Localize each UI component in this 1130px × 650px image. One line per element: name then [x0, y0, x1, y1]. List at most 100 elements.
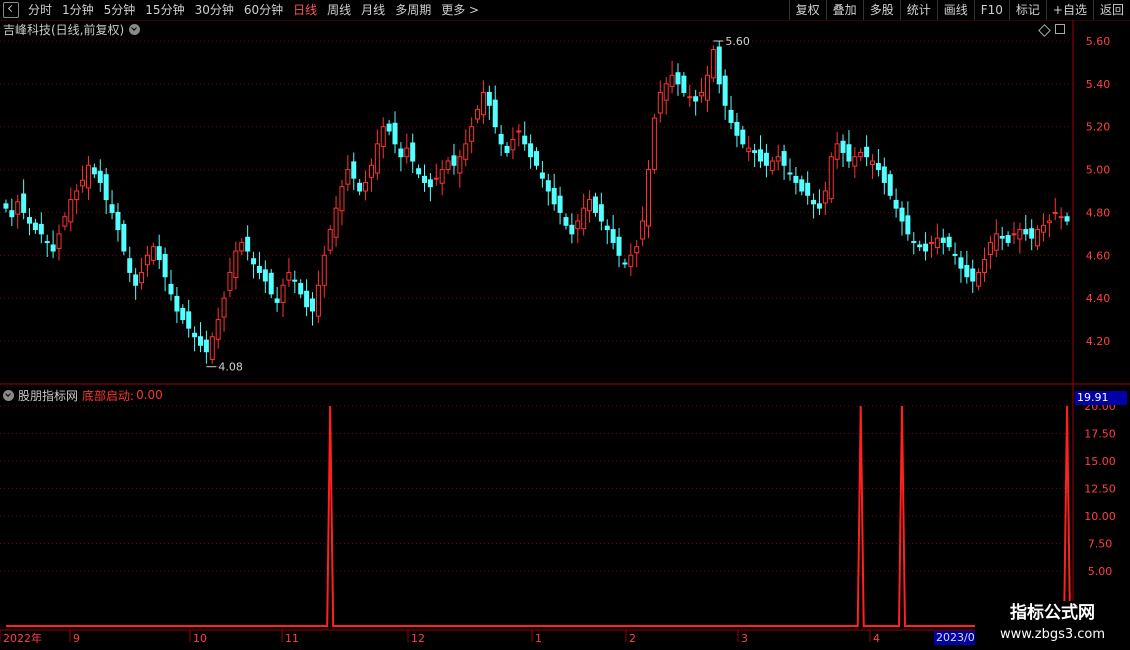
indicator-tick-label: 12.50 [1084, 483, 1116, 496]
candle-body [681, 75, 687, 93]
candle-body [728, 109, 734, 123]
candle-body [298, 283, 304, 295]
candle-body [91, 167, 97, 175]
candle-body [769, 160, 775, 171]
window-icon[interactable] [1055, 24, 1065, 34]
candle-body [610, 229, 616, 243]
candle-body [457, 156, 463, 174]
candle-body [834, 143, 840, 160]
candle-body [127, 258, 133, 273]
time-axis-label: 12 [411, 632, 425, 645]
candle-body [97, 170, 103, 183]
candle-body [239, 241, 245, 252]
candle-body [221, 297, 227, 318]
candle-body [893, 199, 899, 209]
candle-body [758, 149, 764, 162]
candle-body [1011, 233, 1017, 236]
candle-body [934, 237, 940, 249]
price-tick-label: 5.40 [1086, 78, 1111, 91]
kline-chart[interactable]: 5.605.405.205.004.804.604.404.2020.0017.… [0, 0, 1130, 650]
candle-body [480, 91, 486, 116]
candle-body [498, 133, 504, 145]
candle-body [504, 145, 510, 153]
candle-body [1052, 211, 1058, 214]
indicator-value: 0.00 [136, 388, 163, 402]
candle-body [551, 187, 557, 205]
candle-body [15, 201, 21, 215]
candle-body [1035, 229, 1041, 247]
candle-body [1058, 216, 1064, 219]
candle-body [598, 204, 604, 222]
candle-body [687, 96, 693, 99]
candle-body [280, 284, 286, 303]
candle-body [1046, 220, 1052, 224]
candle-body [374, 143, 380, 174]
candle-body [634, 246, 640, 254]
candle-body [251, 258, 257, 265]
candle-body [811, 199, 817, 205]
candle-body [752, 150, 758, 153]
time-axis-label: 3 [741, 632, 748, 645]
candle-body [227, 271, 233, 291]
candle-body [50, 244, 56, 252]
candle-body [121, 223, 127, 252]
stock-title: 吉峰科技(日线,前复权) [3, 22, 125, 37]
candle-body [197, 336, 203, 346]
candle-body [1040, 224, 1046, 233]
price-tick-label: 4.80 [1086, 206, 1111, 219]
candle-body [74, 190, 80, 201]
candle-body [38, 223, 44, 235]
candle-body [486, 91, 492, 106]
candle-body [928, 241, 934, 244]
candle-body [905, 215, 911, 235]
price-tick-label: 4.20 [1086, 335, 1111, 348]
candle-body [722, 75, 728, 106]
candle-body [911, 241, 917, 244]
candle-body [9, 210, 15, 218]
candle-body [475, 109, 481, 120]
candle-body [85, 164, 91, 189]
candle-body [180, 307, 186, 321]
candle-body [858, 151, 864, 158]
candle-body [616, 236, 622, 256]
candle-body [917, 244, 923, 248]
candle-body [775, 156, 781, 162]
high-price-label: 5.60 [725, 35, 750, 48]
candle-body [292, 279, 298, 282]
candle-body [445, 160, 451, 171]
candle-body [62, 216, 68, 227]
candle-body [805, 182, 811, 196]
chevron-down-icon[interactable] [129, 23, 141, 35]
candle-body [1029, 228, 1035, 239]
candle-body [557, 195, 563, 213]
indicator-tick-label: 5.00 [1088, 565, 1113, 578]
diamond-icon[interactable] [1038, 24, 1051, 37]
candle-body [799, 179, 805, 192]
candle-body [398, 148, 404, 158]
candle-body [852, 156, 858, 167]
time-axis-label: 4 [873, 632, 880, 645]
candle-body [822, 190, 828, 204]
candle-body [563, 217, 569, 226]
candle-body [321, 254, 327, 286]
candle-body [3, 203, 9, 209]
candle-body [740, 129, 746, 145]
time-axis-label: 11 [285, 632, 299, 645]
candle-body [987, 241, 993, 255]
candle-body [345, 169, 351, 185]
candle-body [103, 174, 109, 201]
candle-body [575, 220, 581, 230]
candle-body [604, 225, 610, 231]
indicator-label: 底部启动: [82, 388, 135, 403]
indicator-source: 股朋指标网 [18, 388, 79, 403]
indicator-signal-line [5, 405, 1072, 627]
indicator-menu-icon[interactable] [3, 389, 14, 401]
candle-body [256, 265, 262, 273]
candle-body [351, 161, 357, 179]
time-axis-label: 10 [193, 632, 207, 645]
indicator-tick-label: 17.50 [1084, 428, 1116, 441]
candle-body [952, 253, 958, 256]
date-badge: 2023/0 [934, 631, 977, 645]
candle-body [622, 262, 628, 265]
time-axis-label: 9 [73, 632, 80, 645]
